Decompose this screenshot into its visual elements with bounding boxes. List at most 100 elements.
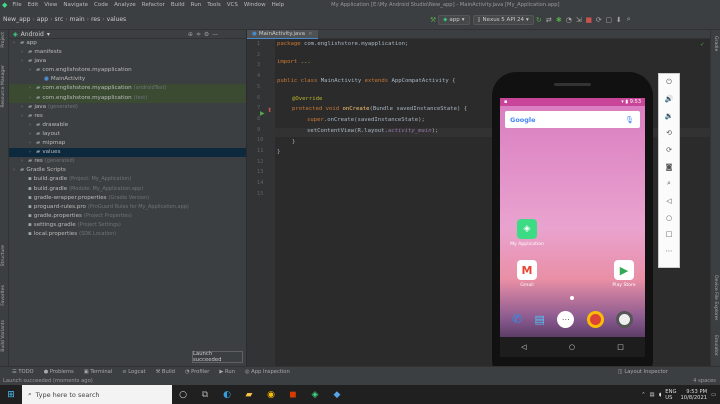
play-store-icon[interactable]: ▶	[614, 260, 634, 280]
chevron-icon[interactable]: ›	[29, 84, 34, 93]
tree-item[interactable]: › ▰ values	[9, 148, 246, 158]
avd-manager-icon[interactable]: ▢	[604, 16, 614, 24]
chevron-icon[interactable]: ›	[13, 166, 18, 175]
breadcrumb-res[interactable]: res	[91, 16, 100, 23]
breadcrumb-app[interactable]: app	[37, 16, 48, 23]
chevron-icon[interactable]: ›	[29, 94, 34, 103]
menu-edit[interactable]: Edit	[25, 2, 42, 8]
chevron-icon[interactable]: ›	[29, 121, 34, 130]
more-options-icon[interactable]: ⋯	[659, 243, 679, 260]
chevron-icon[interactable]: ›	[21, 48, 26, 57]
folder-icon[interactable]: ▰	[238, 385, 260, 404]
chevron-icon[interactable]: ›	[29, 66, 34, 75]
tab-profiler[interactable]: ◔ Profiler	[185, 369, 209, 375]
tab-gradle[interactable]: Gradle	[713, 36, 718, 51]
status-message[interactable]: Launch succeeded (moments ago)	[3, 378, 93, 384]
screenshot-icon[interactable]: ◙	[659, 158, 679, 175]
tab-terminal[interactable]: ▣ Terminal	[84, 369, 112, 375]
locate-icon[interactable]: ⊕	[188, 31, 193, 38]
tree-item[interactable]: › ▰ manifests	[9, 48, 246, 57]
code-line-8[interactable]: protected void onCreate(Bundle savedInst…	[292, 106, 467, 112]
run-config-select[interactable]: ◈ app ▾	[438, 14, 470, 25]
menu-vcs[interactable]: VCS	[224, 2, 241, 8]
power-icon[interactable]: ⏻	[659, 74, 679, 91]
tab-resource-manager[interactable]: Resource Manager	[1, 65, 6, 108]
tree-item[interactable]: › ▰ mipmap	[9, 139, 246, 148]
menu-refactor[interactable]: Refactor	[139, 2, 168, 8]
tree-item[interactable]: › ▰ java (generated)	[9, 103, 246, 112]
chevron-icon[interactable]: ›	[21, 57, 26, 66]
breadcrumb-src[interactable]: src	[55, 16, 64, 23]
tree-item[interactable]: › ▰ app	[9, 39, 246, 48]
code-line-1[interactable]: package com.englishstore.myapplication;	[277, 41, 408, 47]
code-line-7[interactable]: @Override	[292, 96, 322, 102]
menu-navigate[interactable]: Navigate	[60, 2, 91, 8]
code-line-9[interactable]: super.onCreate(savedInstanceState);	[307, 117, 425, 123]
stop-icon[interactable]: ■	[584, 16, 594, 24]
messages-icon[interactable]: ▤	[535, 313, 545, 326]
volume-up-icon[interactable]: 🔊	[659, 91, 679, 108]
phone-screen[interactable]: ▪ ▾ ▮ 9:53 Google 🎙 ◈ My Application M Gma…	[500, 98, 645, 357]
project-view-select[interactable]: Android	[21, 31, 44, 38]
edge-icon[interactable]: ◐	[216, 385, 238, 404]
tree-item[interactable]: › ▰ java	[9, 57, 246, 66]
code-line-11[interactable]: }	[292, 139, 295, 145]
tree-item[interactable]: › ▰ res	[9, 112, 246, 121]
rotate-left-icon[interactable]: ⟲	[659, 125, 679, 142]
chevron-icon[interactable]: ›	[29, 148, 34, 157]
menu-tools[interactable]: Tools	[204, 2, 224, 8]
clock[interactable]: 9:53 PM 10/8/2021	[680, 389, 707, 401]
profile-icon[interactable]: ◔	[564, 16, 574, 24]
tab-mainactivity[interactable]: ● MainActivity.java ×	[247, 29, 318, 39]
device-select[interactable]: ▯ Nexus 5 API 24 ▾	[472, 14, 534, 25]
tab-device-file-explorer[interactable]: Device File Explorer	[713, 275, 718, 320]
recents-icon[interactable]: □	[617, 343, 624, 351]
network-icon[interactable]: ▤	[650, 392, 655, 398]
taskbar-search[interactable]: ⌕ Type here to search	[22, 385, 172, 404]
breadcrumb-project[interactable]: New_app	[3, 16, 30, 23]
back-icon[interactable]: ◁	[659, 192, 679, 209]
chevron-icon[interactable]: ›	[21, 112, 26, 121]
sdk-manager-icon[interactable]: ⬇	[614, 16, 624, 24]
emulator-taskbar-icon[interactable]: ◆	[326, 385, 348, 404]
collapse-all-icon[interactable]: ≑	[196, 31, 201, 38]
tab-run[interactable]: ▶ Run	[219, 369, 235, 375]
tray-expand-icon[interactable]: ⌃	[641, 392, 645, 398]
menu-code[interactable]: Code	[91, 2, 111, 8]
code-line-5[interactable]: public class MainActivity extends AppCom…	[277, 78, 456, 84]
attach-debugger-icon[interactable]: ⇲	[574, 16, 584, 24]
overview-icon[interactable]: □	[659, 226, 679, 243]
tab-project[interactable]: Project	[1, 32, 6, 48]
gear-icon[interactable]: ⚙	[204, 31, 209, 38]
volume-down-icon[interactable]: 🔉	[659, 108, 679, 125]
my-application-icon[interactable]: ◈	[517, 219, 537, 239]
android-studio-taskbar-icon[interactable]: ◈	[304, 385, 326, 404]
tree-item[interactable]: ▪ settings.gradle (Project Settings)	[9, 221, 246, 230]
tree-item[interactable]: ▪ proguard-rules.pro (ProGuard Rules for M…	[9, 203, 246, 212]
tree-item[interactable]: › ▰ Gradle Scripts	[9, 166, 246, 175]
home-icon[interactable]: ○	[569, 343, 575, 351]
rerun-icon[interactable]: ↻	[534, 16, 544, 24]
task-view-icon[interactable]: ○	[172, 385, 194, 404]
tree-item[interactable]: ● MainActivity	[9, 75, 246, 84]
tab-logcat[interactable]: ≡ Logcat	[122, 369, 145, 375]
menu-help[interactable]: Help	[269, 2, 288, 8]
phone-dial-icon[interactable]: ✆	[512, 312, 522, 326]
gmail-icon[interactable]: M	[517, 260, 537, 280]
tree-item[interactable]: ▪ local.properties (SDK Location)	[9, 230, 246, 239]
file-explorer-icon[interactable]: ⧉	[194, 385, 216, 404]
code-line-3[interactable]: import ...	[277, 59, 311, 65]
run-gutter-icon[interactable]: ▶	[260, 110, 265, 117]
chevron-down-icon[interactable]: ▾	[47, 31, 50, 38]
camera-icon[interactable]	[615, 310, 633, 328]
all-apps-icon[interactable]: ⋯	[557, 310, 575, 328]
tree-item[interactable]: ▪ gradle.properties (Project Properties)	[9, 212, 246, 221]
menu-window[interactable]: Window	[241, 2, 269, 8]
tree-item[interactable]: › ▰ com.englishstore.myapplication	[9, 66, 246, 75]
tab-build-variants[interactable]: Build Variants	[1, 320, 6, 352]
language-indicator[interactable]: ENG US	[665, 389, 676, 401]
tree-item[interactable]: ▪ gradle-wrapper.properties (Gradle Versio…	[9, 194, 246, 203]
tree-item[interactable]: › ▰ res (generated)	[9, 157, 246, 166]
breadcrumb-values[interactable]: values	[107, 16, 127, 23]
tab-build[interactable]: ⚒ Build	[156, 369, 175, 375]
